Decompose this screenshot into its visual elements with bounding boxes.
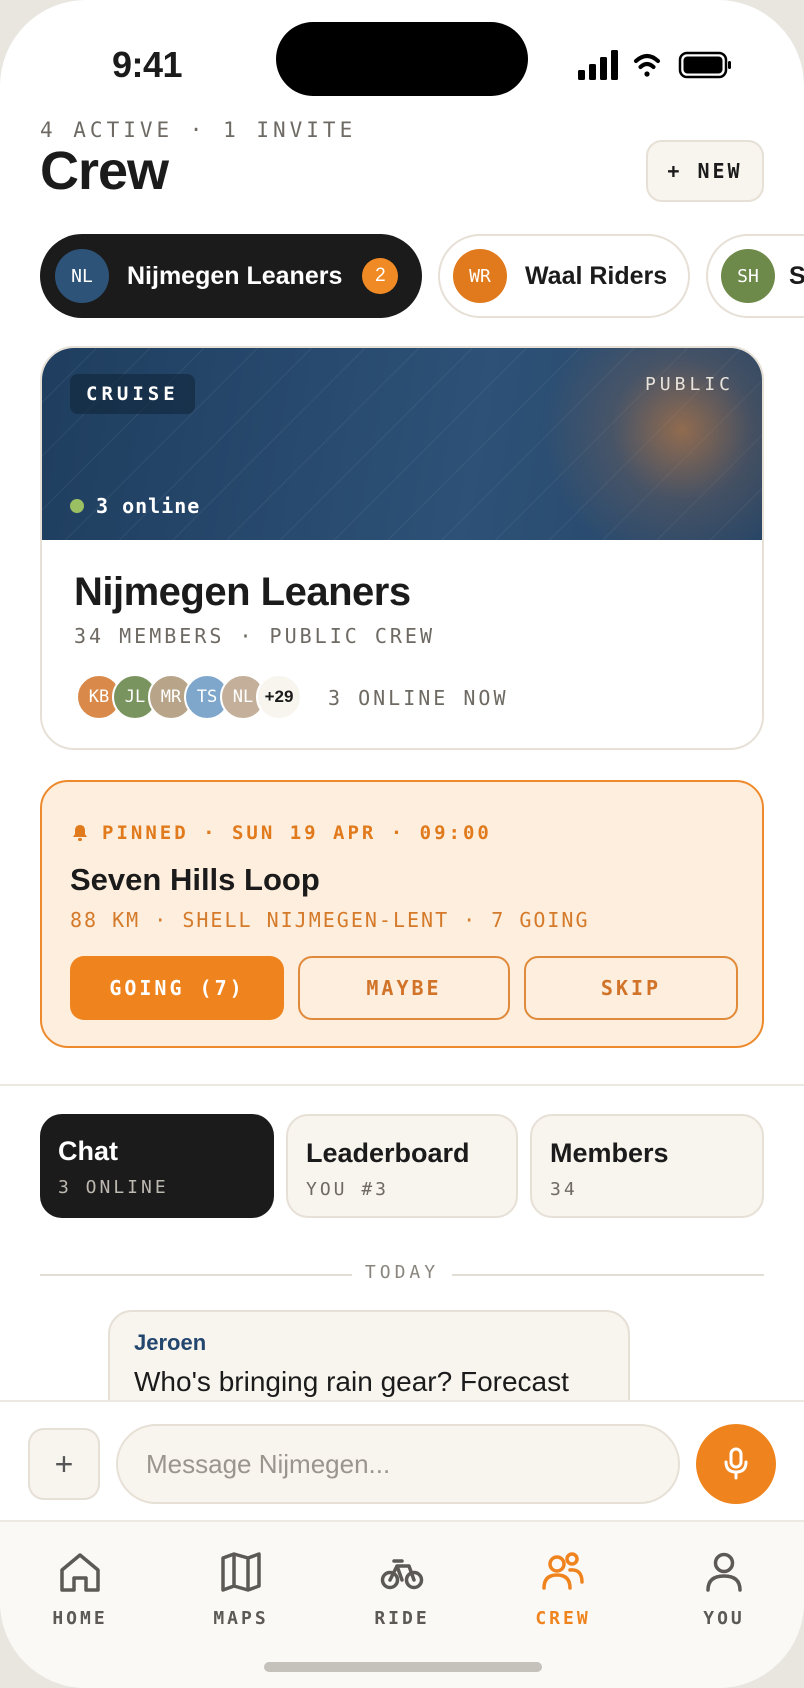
crew-icon <box>542 1552 584 1590</box>
pinned-label: PINNED · SUN 19 APR · 09:00 <box>72 822 492 844</box>
crew-chip-label: Nijmegen Leaners <box>127 261 343 290</box>
crew-summary: 4 ACTIVE · 1 INVITE <box>40 118 357 142</box>
message-text: Who's bringing rain gear? Forecast <box>134 1366 569 1397</box>
ride-meta: 88 KM · SHELL NIJMEGEN-LENT · 7 GOING <box>70 908 590 932</box>
avatar: WR <box>453 249 507 303</box>
map-icon <box>221 1552 261 1592</box>
new-crew-button[interactable]: + NEW <box>646 140 764 202</box>
crew-meta: 34 MEMBERS · PUBLIC CREW <box>74 624 435 648</box>
maybe-button[interactable]: MAYBE <box>298 956 510 1020</box>
ride-title: Seven Hills Loop <box>70 862 320 897</box>
online-status-text: 3 online <box>96 494 201 518</box>
home-indicator[interactable] <box>264 1662 542 1672</box>
skip-button[interactable]: SKIP <box>524 956 738 1020</box>
online-status: 3 online <box>70 494 200 518</box>
avatar: NL <box>55 249 109 303</box>
user-icon <box>706 1552 742 1592</box>
crew-card[interactable]: CRUISE PUBLIC 3 online Nijmegen Leaners … <box>40 346 764 750</box>
bell-icon <box>73 825 87 841</box>
message-input[interactable] <box>116 1424 680 1504</box>
section-divider <box>0 1084 804 1086</box>
tab-label: Chat <box>58 1136 118 1166</box>
attach-button[interactable]: + <box>28 1428 100 1500</box>
tab-leaderboard[interactable]: Leaderboard YOU #3 <box>286 1114 518 1218</box>
wifi-icon <box>634 54 660 77</box>
home-icon <box>60 1553 100 1592</box>
microphone-icon <box>724 1447 748 1480</box>
online-dot-icon <box>70 499 84 513</box>
page-title: Crew <box>40 141 169 201</box>
tab-sublabel: 3 ONLINE <box>58 1177 169 1198</box>
nav-you[interactable]: YOU <box>664 1550 784 1650</box>
crew-chip-waal-riders[interactable]: WR Waal Riders <box>438 234 690 318</box>
tab-sublabel: 34 <box>550 1179 578 1200</box>
going-button[interactable]: GOING (7) <box>70 956 284 1020</box>
pinned-ride-card[interactable]: PINNED · SUN 19 APR · 09:00 Seven Hills … <box>40 780 764 1048</box>
crew-banner: CRUISE PUBLIC 3 online <box>42 348 762 540</box>
status-icons <box>578 50 731 80</box>
nav-label: RIDE <box>374 1608 430 1629</box>
status-time: 9:41 <box>112 44 183 85</box>
tab-sublabel: YOU #3 <box>306 1179 390 1200</box>
tab-chat[interactable]: Chat 3 ONLINE <box>40 1114 274 1218</box>
nav-crew[interactable]: CREW <box>503 1550 623 1650</box>
tab-label: Members <box>550 1138 669 1168</box>
phone-screen: 9:41 4 ACTIVE · 1 INVITE Crew + NEW NL N… <box>0 0 804 1688</box>
crew-chip-third[interactable]: SH S <box>706 234 804 318</box>
signal-icon <box>578 50 618 80</box>
nav-home[interactable]: HOME <box>20 1550 140 1650</box>
pinned-label-text: PINNED · SUN 19 APR · 09:00 <box>102 822 492 844</box>
member-avatars[interactable]: KB JL MR TS NL +29 <box>76 674 316 720</box>
date-divider: TODAY <box>40 1262 764 1286</box>
crew-chip-label: S <box>789 261 804 290</box>
nav-label: YOU <box>703 1608 745 1629</box>
nav-ride[interactable]: RIDE <box>342 1550 462 1650</box>
visibility-label: PUBLIC <box>644 374 734 395</box>
crew-chip-nijmegen-leaners[interactable]: NL Nijmegen Leaners 2 <box>40 234 422 318</box>
nav-label: HOME <box>52 1608 108 1629</box>
message-author: Jeroen <box>134 1330 207 1355</box>
online-now-label: 3 ONLINE NOW <box>328 686 509 710</box>
avatar: SH <box>721 249 775 303</box>
tab-label: Leaderboard <box>306 1138 470 1168</box>
date-divider-label: TODAY <box>364 1262 440 1283</box>
tab-members[interactable]: Members 34 <box>530 1114 764 1218</box>
unread-badge: 2 <box>362 258 399 294</box>
message-composer: + <box>0 1400 804 1520</box>
more-members-count: +29 <box>256 674 302 720</box>
ride-style-tag: CRUISE <box>70 374 195 414</box>
dynamic-island <box>276 22 528 96</box>
nav-label: CREW <box>535 1608 591 1629</box>
battery-icon <box>678 51 731 79</box>
voice-button[interactable] <box>696 1424 776 1504</box>
nav-maps[interactable]: MAPS <box>181 1550 301 1650</box>
crew-chip-label: Waal Riders <box>525 261 668 290</box>
bike-icon <box>380 1559 424 1590</box>
nav-label: MAPS <box>213 1608 269 1629</box>
crew-name: Nijmegen Leaners <box>74 570 411 614</box>
